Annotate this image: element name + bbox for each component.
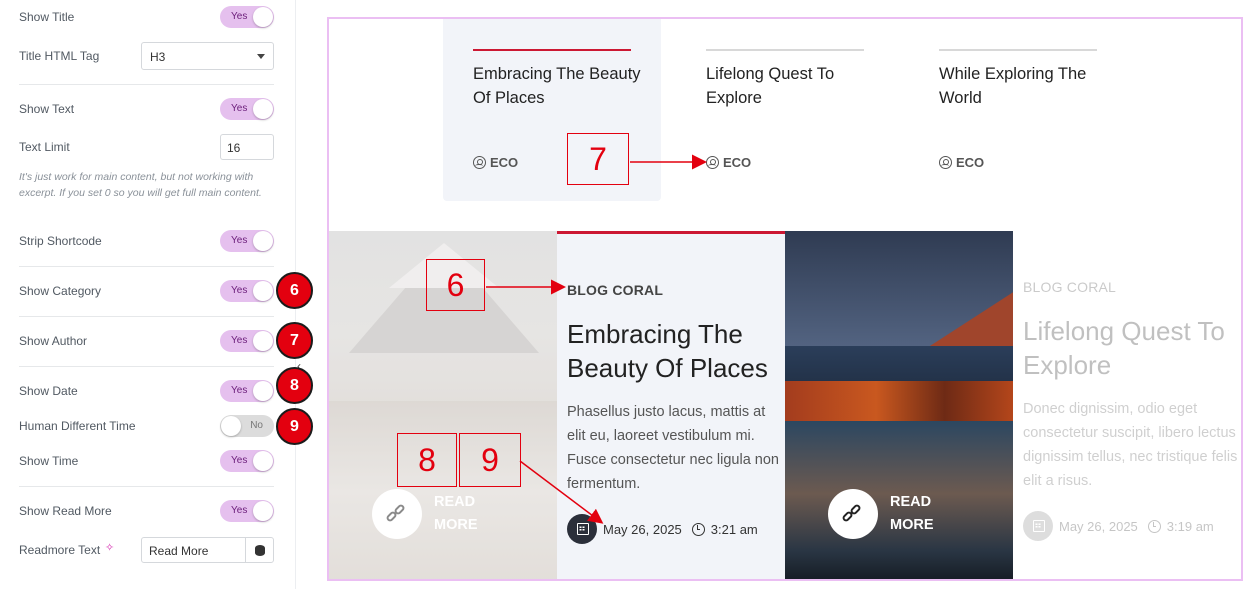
database-icon xyxy=(255,545,265,556)
show-title-row: Show Title Yes xyxy=(19,6,274,28)
calendar-icon xyxy=(1023,511,1053,541)
strip-shortcode-label: Strip Shortcode xyxy=(19,234,102,248)
clock-icon xyxy=(691,522,705,536)
title-tag-select[interactable]: H3 xyxy=(141,42,274,70)
strip-shortcode-row: Strip Shortcode Yes xyxy=(19,230,274,252)
calendar-icon xyxy=(567,514,597,544)
post-category[interactable]: BLOG CORAL xyxy=(1023,279,1116,295)
show-date-toggle[interactable]: Yes xyxy=(220,380,274,402)
annotation-badge-8: 8 xyxy=(276,367,313,404)
title-tag-row: Title HTML Tag H3 xyxy=(19,42,274,70)
user-icon xyxy=(706,156,719,169)
annotation-badge-6: 6 xyxy=(276,272,313,309)
post-image-volcano: READ MORE xyxy=(785,231,1013,579)
post-date-meta: May 26, 2025 3:21 am xyxy=(567,514,758,544)
text-limit-note: It's just work for main content, but not… xyxy=(19,171,262,199)
title-item-heading: Lifelong Quest To Explore xyxy=(706,65,835,107)
divider xyxy=(19,84,274,85)
post-excerpt: Phasellus justo lacus, mattis at elit eu… xyxy=(567,404,779,492)
user-icon xyxy=(939,156,952,169)
readmore-text-label: Readmore Text xyxy=(19,543,101,557)
annotation-box-7: 7 xyxy=(567,133,629,185)
author-meta[interactable]: ECO xyxy=(706,155,751,170)
title-tag-label: Title HTML Tag xyxy=(19,49,100,63)
human-time-row: Human Different Time No xyxy=(19,415,274,437)
annotation-box-9: 9 xyxy=(459,433,521,487)
post-content-card: BLOG CORAL Embracing The Beauty Of Place… xyxy=(557,231,785,579)
show-author-label: Show Author xyxy=(19,334,88,348)
show-time-toggle[interactable]: Yes xyxy=(220,450,274,472)
text-limit-row: Text Limit 16 xyxy=(19,134,274,160)
strip-shortcode-toggle[interactable]: Yes xyxy=(220,230,274,252)
post-time: 3:19 am xyxy=(1166,518,1214,534)
text-limit-label: Text Limit xyxy=(19,140,70,154)
readmore-text-row: Readmore Text ✧ Read More xyxy=(19,537,274,563)
clock-icon xyxy=(1147,519,1161,533)
post-date: May 26, 2025 xyxy=(603,521,682,537)
title-item-heading: While Exploring The World xyxy=(939,65,1087,107)
author-meta[interactable]: ECO xyxy=(473,155,518,170)
link-icon xyxy=(828,489,878,539)
divider xyxy=(19,316,274,317)
post-content-card-faded: BLOG CORAL Lifelong Quest To Explore Don… xyxy=(1013,231,1241,579)
ai-sparkle-icon[interactable]: ✧ xyxy=(105,541,114,554)
annotation-box-6: 6 xyxy=(426,259,485,311)
title-item-2[interactable]: Lifelong Quest To Explore ECO xyxy=(676,19,894,201)
post-date: May 26, 2025 xyxy=(1059,518,1138,534)
post-excerpt: Donec dignissim, odio eget consectetur s… xyxy=(1023,401,1238,489)
show-category-toggle[interactable]: Yes xyxy=(220,280,274,302)
post-title[interactable]: Lifelong Quest To Explore xyxy=(1023,314,1241,382)
human-time-label: Human Different Time xyxy=(19,419,136,433)
annotation-badge-7: 7 xyxy=(276,322,313,359)
show-author-row: Show Author Yes xyxy=(19,330,274,352)
show-category-row: Show Category Yes xyxy=(19,280,274,302)
readmore-text-input[interactable]: Read More xyxy=(141,537,246,563)
show-text-row: Show Text Yes xyxy=(19,98,274,120)
divider xyxy=(19,366,274,367)
text-limit-input[interactable]: 16 xyxy=(220,134,274,160)
post-category[interactable]: BLOG CORAL xyxy=(567,282,663,298)
show-date-label: Show Date xyxy=(19,384,78,398)
caret-down-icon xyxy=(257,54,265,59)
annotation-box-8: 8 xyxy=(397,433,457,487)
show-text-toggle[interactable]: Yes xyxy=(220,98,274,120)
show-title-toggle[interactable]: Yes xyxy=(220,6,274,28)
user-icon xyxy=(473,156,486,169)
read-more-link[interactable]: READ MORE xyxy=(828,489,940,539)
show-author-toggle[interactable]: Yes xyxy=(220,330,274,352)
human-time-toggle[interactable]: No xyxy=(220,415,274,437)
link-icon xyxy=(372,489,422,539)
settings-panel: Show Title Yes Title HTML Tag H3 Show Te… xyxy=(0,0,313,589)
divider xyxy=(19,486,274,487)
author-meta[interactable]: ECO xyxy=(939,155,984,170)
show-text-label: Show Text xyxy=(19,102,75,116)
show-read-more-label: Show Read More xyxy=(19,504,112,518)
post-date-meta: May 26, 2025 3:19 am xyxy=(1023,511,1214,541)
show-time-row: Show Time Yes xyxy=(19,450,274,472)
show-read-more-row: Show Read More Yes xyxy=(19,500,274,522)
show-category-label: Show Category xyxy=(19,284,102,298)
divider xyxy=(19,266,274,267)
show-time-label: Show Time xyxy=(19,454,79,468)
annotation-badge-9: 9 xyxy=(276,408,313,445)
post-time: 3:21 am xyxy=(710,521,758,537)
show-date-row: Show Date Yes xyxy=(19,380,274,402)
show-read-more-toggle[interactable]: Yes xyxy=(220,500,274,522)
show-title-label: Show Title xyxy=(19,10,75,24)
read-more-link[interactable]: READ MORE xyxy=(372,489,484,539)
title-item-3[interactable]: While Exploring The World ECO xyxy=(909,19,1127,201)
post-title[interactable]: Embracing The Beauty Of Places xyxy=(567,317,782,385)
dynamic-tags-button[interactable] xyxy=(245,537,274,563)
title-item-heading: Embracing The Beauty Of Places xyxy=(473,65,641,107)
